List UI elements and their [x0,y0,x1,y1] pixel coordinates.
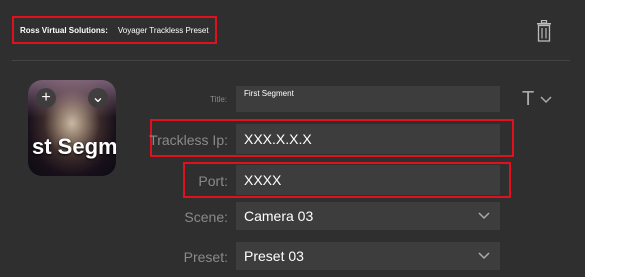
title-label: Title: [209,95,227,104]
title-field[interactable]: First Segment [236,86,500,112]
trackless-ip-label: Trackless Ip: [149,132,228,148]
scene-select[interactable]: Camera 03 [236,202,500,230]
scene-label: Scene: [184,209,228,225]
preset-panel: Ross Virtual Solutions: Voyager Trackles… [0,0,585,277]
trackless-ip-field[interactable]: XXX.X.X.X [236,124,500,154]
chevron-down-icon [478,252,490,260]
text-format-glyph: T [522,88,535,110]
port-value: XXXX [244,172,282,188]
port-field[interactable]: XXXX [236,165,500,195]
trash-icon[interactable] [536,20,552,42]
chevron-down-icon[interactable]: ⌄ [88,88,108,108]
brand-label: Ross Virtual Solutions: [20,25,108,35]
preset-header: Ross Virtual Solutions: Voyager Trackles… [12,16,217,44]
preset-select[interactable]: Preset 03 [236,242,500,270]
preset-label: Preset: [183,249,228,265]
title-value: First Segment [244,89,294,98]
preset-name: Voyager Trackless Preset [117,25,209,35]
port-label: Port: [198,173,228,189]
segment-thumbnail[interactable]: st Segm + ⌄ [28,80,116,176]
chevron-down-icon [540,95,552,103]
add-icon[interactable]: + [36,88,56,108]
scene-value: Camera 03 [244,208,314,224]
thumbnail-caption: st Segm [32,134,116,159]
header-divider [12,60,570,61]
text-format-icon[interactable]: T [522,88,552,111]
trackless-ip-value: XXX.X.X.X [244,131,312,147]
preset-value: Preset 03 [244,248,304,264]
chevron-down-icon [478,212,490,220]
